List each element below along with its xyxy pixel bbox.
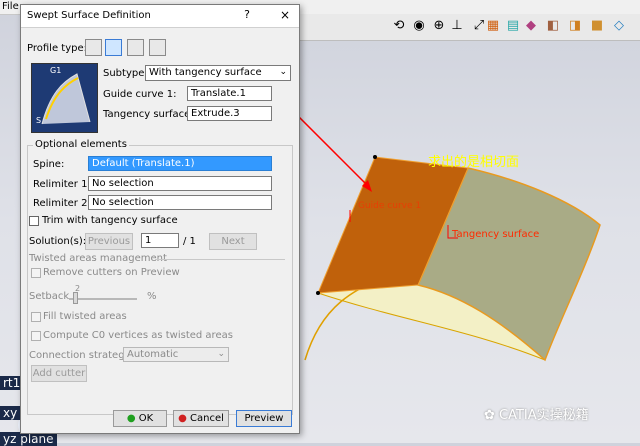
view-icon[interactable]: ◉ xyxy=(410,17,428,35)
connection-strategy-label: Connection strategy: xyxy=(29,350,134,361)
wechat-icon: ✿ xyxy=(484,408,500,423)
annotation-text: 求出的是相切面 xyxy=(428,155,520,170)
connection-strategy-select[interactable]: Automatic ⌄ xyxy=(123,347,229,362)
cancel-icon: ● xyxy=(178,413,187,424)
fill-twisted-label: Fill twisted areas xyxy=(43,311,127,322)
part-icon[interactable]: ◨ xyxy=(566,17,584,35)
wire-icon[interactable]: ◇ xyxy=(610,17,628,35)
close-button[interactable]: × xyxy=(277,8,293,24)
trim-checkbox[interactable] xyxy=(29,216,39,226)
remove-cutters-label: Remove cutters on Preview xyxy=(43,267,180,278)
layers-icon[interactable]: ▤ xyxy=(504,17,522,35)
tree-item-yz-plane[interactable]: yz plane xyxy=(0,432,57,446)
axis-icon[interactable]: ⊥ xyxy=(448,17,466,35)
tangency-surface-field-label: Tangency surface: xyxy=(103,109,194,120)
chevron-down-icon: ⌄ xyxy=(279,67,287,77)
remove-cutters-checkbox[interactable] xyxy=(31,268,41,278)
relimiter2-label: Relimiter 2: xyxy=(33,198,91,209)
solution-index-field[interactable]: 1 xyxy=(141,233,179,248)
surface-icon[interactable]: ◧ xyxy=(544,17,562,35)
preview-button[interactable]: Preview xyxy=(236,410,292,427)
toolbar: ⟲ ◉ ⊕ ⊥ ⤢ ▦ ▤ ◆ ◧ ◨ ■ ◇ xyxy=(298,14,640,41)
subtype-label: Subtype: xyxy=(103,68,148,79)
relimiter1-label: Relimiter 1: xyxy=(33,179,91,190)
twisted-areas-title: Twisted areas management xyxy=(29,253,167,264)
compute-c0-checkbox[interactable] xyxy=(31,331,41,341)
tangency-surface-field[interactable]: Extrude.3 xyxy=(187,106,272,121)
profile-circle-icon[interactable] xyxy=(127,39,144,56)
help-button[interactable]: ? xyxy=(239,8,255,24)
solid-icon[interactable]: ■ xyxy=(588,17,606,35)
profile-explicit-icon[interactable] xyxy=(85,39,102,56)
profile-line-icon[interactable] xyxy=(105,39,122,56)
add-cutter-button[interactable]: Add cutter xyxy=(31,365,87,382)
setback-label: Setback xyxy=(29,291,70,302)
divider xyxy=(155,259,285,260)
ok-button[interactable]: ● OK xyxy=(113,410,167,427)
setback-slider-thumb[interactable] xyxy=(73,292,78,304)
profile-type-label: Profile type: xyxy=(27,43,87,54)
next-button[interactable]: Next xyxy=(209,233,257,250)
guide-curve-label: Guide curve 1 xyxy=(358,201,422,211)
optional-elements-title: Optional elements xyxy=(33,139,129,150)
previous-button[interactable]: Previous xyxy=(85,233,133,250)
spine-label: Spine: xyxy=(33,159,65,170)
setback-unit: % xyxy=(147,291,157,302)
preview-g1-label: G1 xyxy=(50,66,62,75)
swept-surface-dialog: Swept Surface Definition ? × Profile typ… xyxy=(20,4,300,434)
setback-slider-track[interactable] xyxy=(69,298,137,300)
tangency-surface-label: Tangency surface xyxy=(452,229,540,240)
cube-icon[interactable]: ◆ xyxy=(522,17,540,35)
fill-twisted-checkbox[interactable] xyxy=(31,312,41,322)
tree-item-xy-plane[interactable]: xy xyxy=(0,406,21,420)
relimiter2-field[interactable]: No selection xyxy=(88,195,272,210)
vertex-point xyxy=(373,155,377,159)
dialog-title: Swept Surface Definition xyxy=(27,10,151,21)
relimiter1-field[interactable]: No selection xyxy=(88,176,272,191)
vertex-point xyxy=(316,291,320,295)
subtype-select[interactable]: With tangency surface ⌄ xyxy=(145,65,291,81)
watermark: ✿ CATIA实操秘籍 xyxy=(484,408,589,423)
spine-field[interactable]: Default (Translate.1) xyxy=(88,156,272,171)
cancel-button[interactable]: ● Cancel xyxy=(173,410,229,427)
solutions-label: Solution(s): xyxy=(29,236,87,247)
profile-conic-icon[interactable] xyxy=(149,39,166,56)
subtype-preview-image: G1 S xyxy=(31,63,98,133)
rotate-icon[interactable]: ⟲ xyxy=(390,17,408,35)
menu-file[interactable]: File xyxy=(2,1,19,12)
trim-label: Trim with tangency surface xyxy=(42,215,178,226)
compute-c0-label: Compute C0 vertices as twisted areas xyxy=(43,330,233,341)
grid-icon[interactable]: ▦ xyxy=(484,17,502,35)
ok-icon: ● xyxy=(126,413,136,424)
zoom-icon[interactable]: ⊕ xyxy=(430,17,448,35)
solution-total: / 1 xyxy=(183,236,196,247)
guide-curve-field-label: Guide curve 1: xyxy=(103,89,177,100)
dialog-title-bar[interactable]: Swept Surface Definition ? × xyxy=(21,5,299,28)
preview-s-label: S xyxy=(36,116,42,125)
guide-curve-field[interactable]: Translate.1 xyxy=(187,86,272,101)
chevron-down-icon: ⌄ xyxy=(217,349,225,359)
